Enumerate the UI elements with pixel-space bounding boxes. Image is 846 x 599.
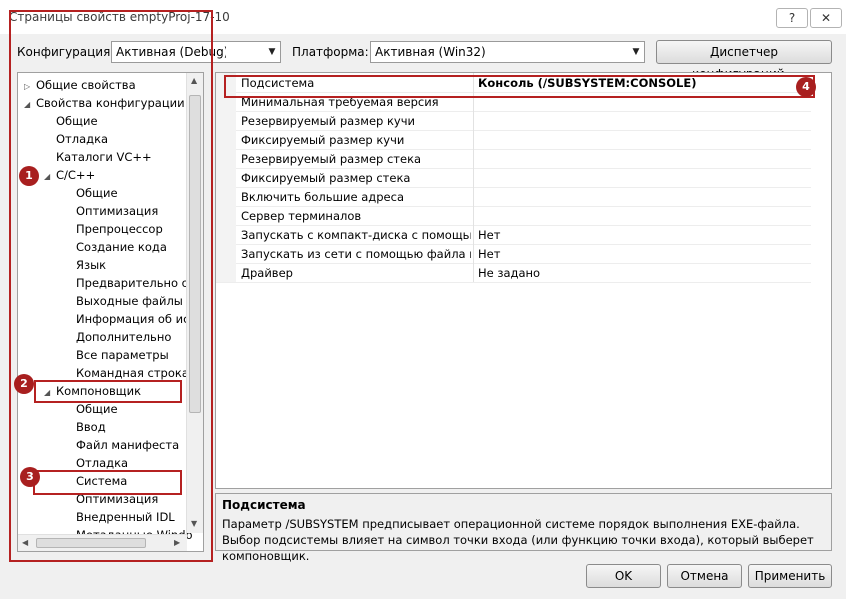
help-button[interactable]: ? <box>776 8 808 28</box>
annotation-badge-4: 4 <box>796 77 816 97</box>
column-divider <box>473 111 474 130</box>
property-row[interactable]: Фиксируемый размер стека <box>216 168 811 188</box>
property-name: Запускать с компакт-диска с помощью ф <box>241 228 471 242</box>
column-divider <box>473 168 474 187</box>
column-divider <box>473 225 474 244</box>
ok-button[interactable]: OK <box>586 564 661 588</box>
platform-combo[interactable]: Активная (Win32) ▼ <box>370 41 645 63</box>
chevron-down-icon[interactable]: ▼ <box>628 42 644 62</box>
row-gutter <box>216 263 236 282</box>
description-title: Подсистема <box>222 498 306 512</box>
annotation-box-linker <box>34 380 182 403</box>
property-value[interactable]: Нет <box>478 247 500 261</box>
property-row[interactable]: Запускать с компакт-диска с помощью ф Нет <box>216 225 811 245</box>
description-panel: Подсистема Параметр /SUBSYSTEM предписыв… <box>215 493 832 563</box>
property-name: Запускать из сети с помощью файла подк <box>241 247 471 261</box>
row-gutter <box>216 111 236 130</box>
column-divider <box>473 263 474 282</box>
apply-button[interactable]: Применить <box>748 564 832 588</box>
property-row[interactable]: Драйвер Не задано <box>216 263 811 283</box>
column-divider <box>473 244 474 263</box>
annotation-badge-1: 1 <box>19 166 39 186</box>
property-name: Драйвер <box>241 266 293 280</box>
row-gutter <box>216 130 236 149</box>
property-value[interactable]: Нет <box>478 228 500 242</box>
column-divider <box>473 149 474 168</box>
property-row[interactable]: Резервируемый размер стека <box>216 149 811 169</box>
property-name: Резервируемый размер кучи <box>241 114 416 128</box>
property-row[interactable]: Запускать из сети с помощью файла подк Не… <box>216 244 811 264</box>
property-row[interactable]: Фиксируемый размер кучи <box>216 130 811 150</box>
annotation-box-system <box>33 470 182 495</box>
row-gutter <box>216 168 236 187</box>
row-gutter <box>216 187 236 206</box>
cancel-button[interactable]: Отмена <box>667 564 742 588</box>
description-text: Параметр /SUBSYSTEM предписывает операци… <box>222 517 814 563</box>
property-grid[interactable]: Подсистема Консоль (/SUBSYSTEM:CONSOLE) Ми… <box>215 72 832 489</box>
config-manager-button[interactable]: Диспетчер конфигураций... <box>656 40 832 81</box>
column-divider <box>473 206 474 225</box>
row-gutter <box>216 244 236 263</box>
column-divider <box>473 187 474 206</box>
property-value[interactable]: Не задано <box>478 266 540 280</box>
platform-label: Платформа: <box>292 45 369 59</box>
platform-combo-value: Активная (Win32) <box>375 45 486 59</box>
close-button[interactable]: ✕ <box>810 8 842 28</box>
annotation-box-subsystem <box>224 75 815 98</box>
annotation-badge-2: 2 <box>14 374 34 394</box>
property-row[interactable]: Сервер терминалов <box>216 206 811 226</box>
property-pages-window: Страницы свойств emptyProj-17-10 ? ✕ Кон… <box>0 0 846 599</box>
column-divider <box>473 130 474 149</box>
property-row[interactable]: Резервируемый размер кучи <box>216 111 811 131</box>
property-name: Включить большие адреса <box>241 190 404 204</box>
property-name: Сервер терминалов <box>241 209 362 223</box>
property-name: Резервируемый размер стека <box>241 152 422 166</box>
annotation-badge-3: 3 <box>20 467 40 487</box>
property-name: Фиксируемый размер кучи <box>241 133 405 147</box>
chevron-down-icon[interactable]: ▼ <box>264 42 280 62</box>
row-gutter <box>216 206 236 225</box>
property-row[interactable]: Включить большие адреса <box>216 187 811 207</box>
property-name: Фиксируемый размер стека <box>241 171 411 185</box>
row-gutter <box>216 149 236 168</box>
row-gutter <box>216 225 236 244</box>
